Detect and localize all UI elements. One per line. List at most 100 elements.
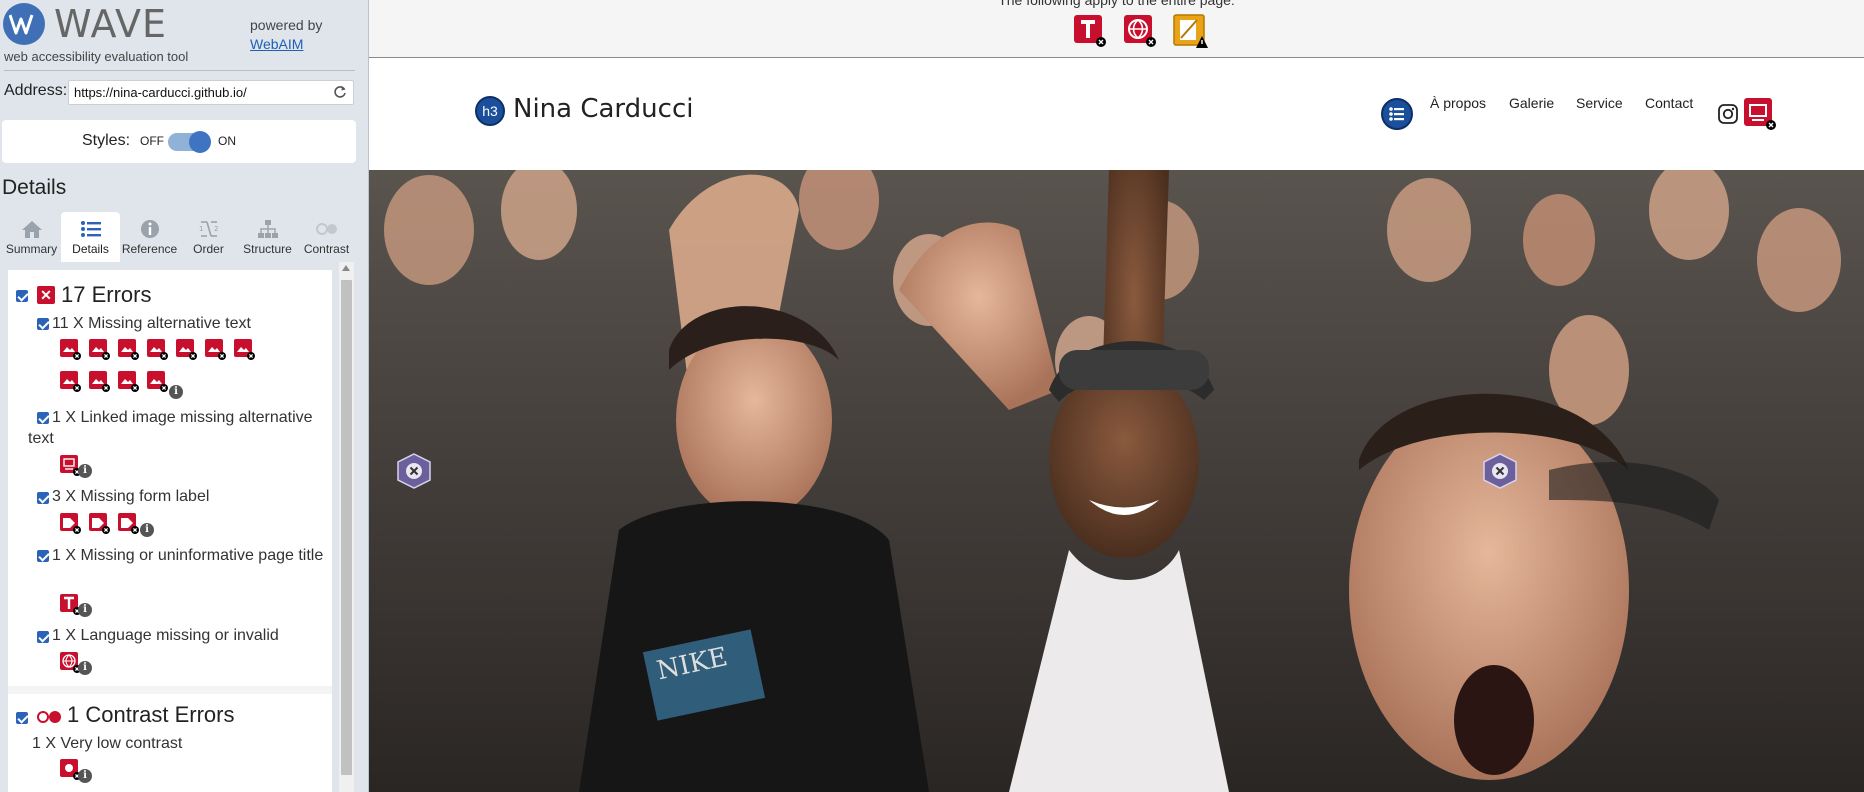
missing-alt-icon[interactable] <box>88 370 110 392</box>
page-level-issues-bar: The following apply to the entire page: <box>369 0 1864 58</box>
region-landmark-icon[interactable] <box>1481 452 1519 490</box>
wave-sidebar: WAVE web accessibility evaluation tool p… <box>0 0 369 792</box>
missing-alt-icon[interactable] <box>59 338 81 360</box>
tab-summary[interactable]: Summary <box>2 212 61 262</box>
missing-label-icon[interactable] <box>88 512 110 534</box>
styles-panel: Styles: OFF ON <box>2 120 356 163</box>
concert-crowd-image: NIKE <box>369 170 1864 792</box>
styles-toggle[interactable] <box>168 131 211 153</box>
list-icon <box>80 221 101 237</box>
structure-icon <box>257 220 278 238</box>
contrast-icon <box>315 223 337 235</box>
nav-item-service[interactable]: Service <box>1576 95 1623 111</box>
powered-by: powered by WebAIM <box>250 16 322 54</box>
tab-details[interactable]: Details <box>61 212 120 262</box>
unordered-list-icon[interactable] <box>1381 98 1413 130</box>
toggle-knob <box>189 131 211 153</box>
powered-by-text: powered by <box>250 17 323 33</box>
info-icon[interactable]: i <box>169 385 183 399</box>
tab-order[interactable]: 12 Order <box>179 212 238 262</box>
info-icon[interactable]: i <box>78 464 92 478</box>
language-checkbox[interactable] <box>37 631 49 643</box>
low-contrast-text: 1 X Very low contrast <box>32 735 183 752</box>
language-text: 1 X Language missing or invalid <box>52 627 279 644</box>
page-title-text: 1 X Missing or uninformative page title <box>52 547 324 564</box>
info-icon[interactable]: i <box>78 603 92 617</box>
heading-h3-icon[interactable]: h3 <box>475 96 505 126</box>
address-input[interactable]: https://nina-carducci.github.io/ <box>68 80 354 105</box>
region-landmark-icon[interactable] <box>395 452 433 490</box>
details-heading: Details <box>2 176 67 199</box>
missing-alt-icon[interactable] <box>146 338 168 360</box>
missing-alt-checkbox[interactable] <box>37 318 49 330</box>
instagram-icon[interactable] <box>1717 103 1739 125</box>
contrast-title: 1 Contrast Errors <box>67 702 235 727</box>
styles-label: Styles: <box>82 132 131 149</box>
contrast-error-icon <box>37 711 61 723</box>
order-icon: 12 <box>199 221 218 237</box>
language-icon[interactable] <box>1123 14 1157 48</box>
tab-contrast[interactable]: Contrast <box>297 212 356 262</box>
tab-label: Contrast <box>303 242 350 256</box>
divider <box>4 70 355 71</box>
panel-scrollbar[interactable] <box>339 262 354 792</box>
address-label: Address: <box>4 82 68 99</box>
nav-item-galerie[interactable]: Galerie <box>1509 95 1554 111</box>
page-title-icon[interactable] <box>1073 14 1107 48</box>
errors-checkbox[interactable] <box>16 290 28 302</box>
site-header: h3 Nina Carducci À propos Galerie Servic… <box>369 58 1864 170</box>
tab-label: Summary <box>5 242 58 256</box>
missing-alt-icon[interactable] <box>88 338 110 360</box>
missing-alt-icon[interactable] <box>117 338 139 360</box>
form-label-checkbox[interactable] <box>37 492 49 504</box>
scroll-up-arrow[interactable] <box>342 265 350 271</box>
missing-alt-icon[interactable] <box>204 338 226 360</box>
errors-title: 17 Errors <box>61 282 152 307</box>
missing-alt-icon[interactable] <box>59 370 81 392</box>
styles-on-label: ON <box>218 134 236 148</box>
webaim-link[interactable]: WebAIM <box>250 35 322 54</box>
form-label-text: 3 X Missing form label <box>52 488 210 505</box>
tab-label: Structure <box>243 242 292 256</box>
tab-structure[interactable]: Structure <box>238 212 297 262</box>
svg-text:2: 2 <box>214 225 218 233</box>
linked-image-alt-icon[interactable] <box>1743 97 1777 131</box>
scroll-thumb[interactable] <box>341 280 352 775</box>
nav-item-a-propos[interactable]: À propos <box>1430 95 1486 111</box>
evaluated-page: The following apply to the entire page: … <box>369 0 1864 792</box>
missing-alt-text: 11 X Missing alternative text <box>52 315 251 332</box>
tab-reference[interactable]: Reference <box>120 212 179 262</box>
info-icon[interactable]: i <box>140 523 154 537</box>
styles-off-label: OFF <box>140 134 164 148</box>
wave-tagline: web accessibility evaluation tool <box>4 49 189 64</box>
missing-label-icon[interactable] <box>59 512 81 534</box>
svg-text:1: 1 <box>199 225 203 233</box>
errors-group: ✕ 17 Errors 11 X Missing alternative tex… <box>8 270 332 686</box>
panel-tabs: Summary Details Reference 12 Order Struc… <box>0 212 360 262</box>
info-icon[interactable]: i <box>78 769 92 783</box>
wave-wordmark: WAVE <box>54 2 168 46</box>
missing-alt-icon[interactable] <box>146 370 168 392</box>
tab-label: Details <box>72 242 109 256</box>
wave-brand: WAVE web accessibility evaluation tool p… <box>0 0 369 70</box>
page-level-issues-text: The following apply to the entire page: <box>998 0 1235 8</box>
alert-icon[interactable] <box>1173 14 1209 50</box>
contrast-checkbox[interactable] <box>16 712 28 724</box>
error-icon: ✕ <box>37 286 55 304</box>
hero-image: NIKE <box>369 170 1864 792</box>
home-icon <box>21 221 42 238</box>
info-icon[interactable]: i <box>78 661 92 675</box>
missing-alt-icon[interactable] <box>117 370 139 392</box>
screen: WAVE web accessibility evaluation tool p… <box>0 0 1864 792</box>
site-title: Nina Carducci <box>513 94 694 124</box>
missing-alt-icon[interactable] <box>175 338 197 360</box>
nav-item-contact[interactable]: Contact <box>1645 95 1693 111</box>
address-value: https://nina-carducci.github.io/ <box>74 85 247 100</box>
linked-image-text: 1 X Linked image missing alternative tex… <box>28 409 313 447</box>
reload-icon[interactable] <box>333 85 347 99</box>
missing-alt-icon[interactable] <box>233 338 255 360</box>
tab-label: Order <box>193 242 224 256</box>
missing-label-icon[interactable] <box>117 512 139 534</box>
contrast-group: 1 Contrast Errors 1 X Very low contrast … <box>8 694 332 792</box>
wave-logo-icon <box>3 3 45 45</box>
